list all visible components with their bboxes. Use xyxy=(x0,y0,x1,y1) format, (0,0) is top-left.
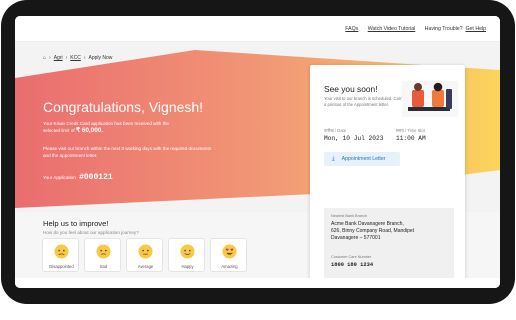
rating-label: Average xyxy=(137,264,154,269)
rating-label: Disappointed xyxy=(49,264,74,269)
rating-label: Sad xyxy=(99,264,108,269)
date-label: तारीख / Date xyxy=(324,128,347,133)
branch-address: Acme Bank Davanagere Branch, 626, Binny … xyxy=(331,221,414,242)
card-heading: See you soon! xyxy=(324,84,378,94)
app-screen: FAQs Watch Video Tutorial Having Trouble… xyxy=(15,16,500,288)
neutral-face-icon xyxy=(138,244,153,259)
bottom-panel xyxy=(15,278,500,288)
meeting-illustration xyxy=(402,81,458,117)
rating-sad[interactable]: Sad xyxy=(84,238,121,272)
trouble-text: Having Trouble? xyxy=(424,26,463,32)
branch-line-1: Acme Bank Davanagere Branch, xyxy=(331,221,404,227)
visit-line-2: and the appointment letter. xyxy=(43,153,98,158)
visit-line-1: Please visit our branch within the next … xyxy=(43,146,212,151)
branch-line-2: 626, Binny Company Road, Mandipet xyxy=(331,228,415,234)
breadcrumb-item-kcc[interactable]: KCC xyxy=(70,55,81,61)
faqs-link[interactable]: FAQs xyxy=(345,26,358,32)
top-nav: FAQs Watch Video Tutorial Having Trouble… xyxy=(15,16,500,42)
received-line-1: Your Kisan Credit Card application has b… xyxy=(43,121,169,126)
branch-line-3: Davanagere – 577001 xyxy=(331,235,381,241)
happy-face-icon xyxy=(180,244,195,259)
branch-info: Nearest Bank Branch Acme Bank Davanagere… xyxy=(324,208,454,280)
application-label: Your Application xyxy=(43,175,76,180)
disappointed-face-icon xyxy=(54,244,69,259)
card-description: Your visit to our branch is scheduled. C… xyxy=(324,96,404,107)
feedback-question: How do you feel about our application jo… xyxy=(43,230,139,235)
breadcrumb-item-current: Apply Now xyxy=(88,55,113,61)
top-nav-links: FAQs Watch Video Tutorial Having Trouble… xyxy=(337,26,486,32)
get-help-link[interactable]: Get Help xyxy=(466,26,486,32)
breadcrumb: ⌂ › Agri › KCC › Apply Now xyxy=(43,55,113,61)
download-icon: ⤓ xyxy=(332,155,335,162)
rating-label: Amazing xyxy=(221,264,238,269)
sad-face-icon xyxy=(96,244,111,259)
breadcrumb-item-agri[interactable]: Agri xyxy=(54,55,63,61)
application-number: Your Application #000121 xyxy=(43,173,113,182)
video-tutorial-link[interactable]: Watch Video Tutorial xyxy=(368,26,416,32)
date-value: Mon, 10 Jul 2023 xyxy=(324,135,384,142)
branch-label: Nearest Bank Branch xyxy=(331,214,368,218)
below-area xyxy=(0,304,516,320)
application-id: #000121 xyxy=(79,173,113,182)
appointment-letter-label: Appointment Letter xyxy=(341,156,386,162)
feedback-title: Help us to improve! xyxy=(43,219,109,228)
time-label: समय / Time Slot xyxy=(396,128,425,133)
tablet-device: FAQs Watch Video Tutorial Having Trouble… xyxy=(0,0,516,320)
received-line-2: selected limit of xyxy=(43,128,75,133)
received-message: Your Kisan Credit Card application has b… xyxy=(43,120,288,134)
customer-care-label: Customer Care Number xyxy=(331,255,372,259)
rating-happy[interactable]: Happy xyxy=(168,238,205,272)
rating-disappointed[interactable]: Disappointed xyxy=(42,238,79,272)
customer-care-number: 1800 180 1234 xyxy=(331,262,374,268)
appointment-card: See you soon! Your visit to our branch i… xyxy=(310,65,465,288)
limit-amount: ₹ 60,000. xyxy=(75,127,104,134)
appointment-letter-button[interactable]: ⤓ Appointment Letter xyxy=(324,152,400,166)
rating-average[interactable]: Average xyxy=(126,238,163,272)
rating-amazing[interactable]: Amazing xyxy=(210,238,247,272)
rating-label: Happy xyxy=(181,264,194,269)
heart-eyes-face-icon xyxy=(222,244,237,259)
time-value: 11:00 AM xyxy=(396,135,426,142)
page-title: Congratulations, Vignesh! xyxy=(43,99,204,115)
visit-message: Please visit our branch within the next … xyxy=(43,145,288,159)
home-icon[interactable]: ⌂ xyxy=(43,55,46,61)
